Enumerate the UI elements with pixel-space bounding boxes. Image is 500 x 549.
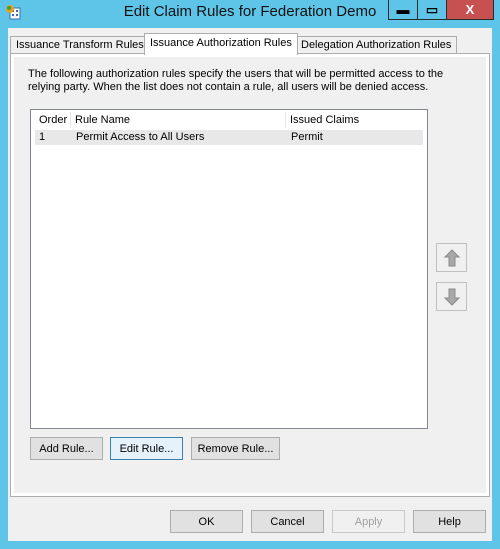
column-header-order[interactable]: Order (35, 112, 71, 128)
remove-rule-button[interactable]: Remove Rule... (191, 437, 280, 460)
description-text: The following authorization rules specif… (28, 68, 444, 93)
rules-list[interactable]: Order Rule Name Issued Claims 1 Permit A… (30, 109, 428, 429)
list-header: Order Rule Name Issued Claims (35, 112, 425, 128)
title-bar: Edit Claim Rules for Federation Demo ▬ ▭… (0, 0, 500, 28)
move-up-button[interactable] (436, 243, 467, 272)
add-rule-button[interactable]: Add Rule... (30, 437, 103, 460)
cell-rule-name: Permit Access to All Users (76, 131, 205, 143)
tab-panel: The following authorization rules specif… (10, 53, 490, 497)
maximize-button[interactable]: ▭ (417, 0, 446, 20)
tab-delegation-authorization-rules[interactable]: Delegation Authorization Rules (295, 36, 458, 54)
minimize-button[interactable]: ▬ (388, 0, 417, 20)
arrow-down-icon (443, 288, 460, 306)
close-button[interactable]: X (446, 0, 494, 20)
cell-issued-claims: Permit (291, 131, 323, 143)
move-down-button[interactable] (436, 282, 467, 311)
tab-issuance-authorization-rules[interactable]: Issuance Authorization Rules (144, 33, 298, 55)
cancel-button[interactable]: Cancel (251, 510, 324, 533)
edit-rule-button[interactable]: Edit Rule... (110, 437, 183, 460)
arrow-up-icon (443, 248, 460, 266)
apply-button[interactable]: Apply (332, 510, 405, 533)
help-button[interactable]: Help (413, 510, 486, 533)
table-row[interactable]: 1 Permit Access to All Users Permit (35, 130, 423, 145)
ok-button[interactable]: OK (170, 510, 243, 533)
cell-order: 1 (39, 131, 46, 143)
column-header-rule-name[interactable]: Rule Name (71, 112, 286, 128)
dialog-client: Issuance Transform Rules Issuance Author… (8, 28, 492, 541)
tab-issuance-transform-rules[interactable]: Issuance Transform Rules (10, 36, 150, 54)
column-header-issued-claims[interactable]: Issued Claims (286, 112, 425, 128)
